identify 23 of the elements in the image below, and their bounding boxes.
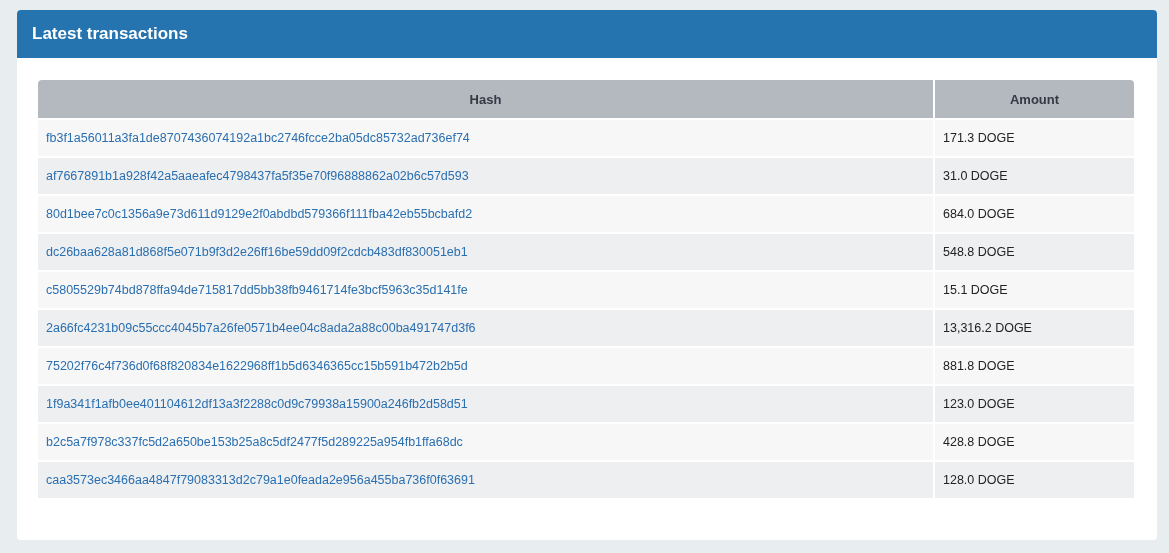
hash-link[interactable]: 80d1bee7c0c1356a9e73d611d9129e2f0abdbd579366f111fba42eb55bcbafd2 xyxy=(46,207,473,221)
table-cell: 15.1 DOGE xyxy=(935,270,1134,308)
table-cell: 171.3 DOGE xyxy=(935,118,1134,156)
panel-title: Latest transactions xyxy=(32,24,188,44)
hash-link[interactable]: fb3f1a56011a3fa1de8707436074192a1bc2746fcce2ba05dc85732ad736ef74 xyxy=(46,131,470,145)
table-cell: 881.8 DOGE xyxy=(935,346,1134,384)
hash-link[interactable]: 2a66fc4231b09c55ccc4045b7a26fe0571b4ee04c8ada2a88c00ba491747d3f6 xyxy=(46,321,476,335)
hash-link[interactable]: b2c5a7f978c337fc5d2a650be153b25a8c5df2477f5d289225a954fb1ffa68dc xyxy=(46,435,463,449)
table-cell: 428.8 DOGE xyxy=(935,422,1134,460)
table-cell: 684.0 DOGE xyxy=(935,194,1134,232)
table-cell: 128.0 DOGE xyxy=(935,460,1134,498)
hash-link[interactable]: c5805529b74bd878ffa94de715817dd5bb38fb9461714fe3bcf5963c35d141fe xyxy=(46,283,468,297)
column-header: Amount xyxy=(935,80,1134,118)
hash-link[interactable]: 1f9a341f1afb0ee401104612df13a3f2288c0d9c79938a15900a246fb2d58d51 xyxy=(46,397,468,411)
column-header: Hash xyxy=(38,80,935,118)
hash-link[interactable]: 75202f76c4f736d0f68f820834e1622968ff1b5d6346365cc15b591b472b2b5d xyxy=(46,359,468,373)
table-cell: 13,316.2 DOGE xyxy=(935,308,1134,346)
hash-link[interactable]: caa3573ec3466aa4847f79083313d2c79a1e0feada2e956a455ba736f0f63691 xyxy=(46,473,475,487)
hash-link[interactable]: af7667891b1a928f42a5aaeafec4798437fa5f35e70f96888862a02b6c57d593 xyxy=(46,169,469,183)
hash-link[interactable]: dc26baa628a81d868f5e071b9f3d2e26ff16be59dd09f2cdcb483df830051eb1 xyxy=(46,245,468,259)
table-cell: 123.0 DOGE xyxy=(935,384,1134,422)
table-cell: 548.8 DOGE xyxy=(935,232,1134,270)
table-cell: 31.0 DOGE xyxy=(935,156,1134,194)
